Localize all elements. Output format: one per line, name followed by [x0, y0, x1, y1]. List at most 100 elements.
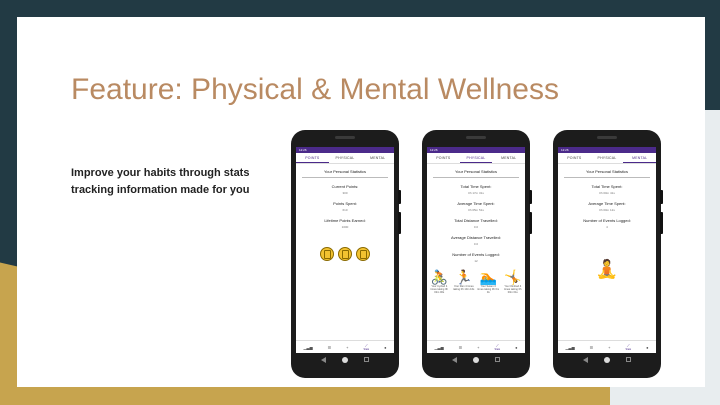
- climbing-icon: 🤸: [504, 269, 522, 285]
- coin-icon: [356, 247, 370, 261]
- coin-icon: [338, 247, 352, 261]
- stats-header: Your Personal Statistics: [302, 169, 388, 178]
- stat-value: 1000: [341, 225, 349, 229]
- stat-label: Average Distance Travelled:: [451, 235, 501, 240]
- tab-physical[interactable]: PHYSICAL: [591, 153, 624, 163]
- nav-list-icon[interactable]: ☰: [590, 345, 594, 350]
- tab-mental[interactable]: MENTAL: [623, 153, 656, 163]
- back-icon[interactable]: [321, 357, 326, 363]
- nav-leaderboard-icon[interactable]: ▁▃▅: [303, 345, 312, 350]
- nav-stats-icon[interactable]: ⟋ Stats: [625, 343, 631, 351]
- slide: Feature: Physical & Mental Wellness Impr…: [17, 17, 705, 387]
- activity-caption: Your Cycled 4 times taking 0h 02m 00s: [430, 285, 448, 295]
- recents-icon[interactable]: [364, 357, 369, 362]
- recents-icon[interactable]: [495, 357, 500, 362]
- coins-row: [296, 247, 394, 261]
- activity-swimming: 🏊 Your Swam 0 times taking 0h 0m 0s: [477, 269, 499, 295]
- phone-points: 12:26 POINTS PHYSICAL MENTAL Your Person…: [291, 130, 401, 378]
- tab-points[interactable]: POINTS: [427, 153, 460, 163]
- stat-label: Total Distance Travelled:: [454, 218, 498, 223]
- nav-stats-icon[interactable]: ⟋ Stats: [494, 343, 500, 351]
- stat-value: 610: [342, 208, 348, 212]
- stat-label: Average Time Spent:: [588, 201, 626, 206]
- activity-caption: Your Ran 4 times taking 0h 10m 16s: [453, 285, 475, 292]
- stat-value: 300: [342, 191, 348, 195]
- activity-running: 🏃 Your Ran 4 times taking 0h 10m 16s: [453, 269, 475, 295]
- tab-points[interactable]: POINTS: [558, 153, 591, 163]
- phone-screen: 12:26 POINTS PHYSICAL MENTAL Your Person…: [296, 147, 394, 353]
- back-icon[interactable]: [452, 357, 457, 363]
- stat-label: Total Time Spent:: [460, 184, 492, 189]
- tab-bar: POINTS PHYSICAL MENTAL: [296, 153, 394, 164]
- stat-value: 0h 00m 12s: [599, 208, 615, 212]
- nav-list-icon[interactable]: ☰: [459, 345, 463, 350]
- running-icon: 🏃: [455, 269, 473, 285]
- tab-physical[interactable]: PHYSICAL: [329, 153, 362, 163]
- tab-bar: POINTS PHYSICAL MENTAL: [427, 153, 525, 164]
- nav-add-icon[interactable]: +: [608, 345, 610, 350]
- phone-power-button: [398, 190, 401, 204]
- phone-mental: 12:26 POINTS PHYSICAL MENTAL Your Person…: [553, 130, 663, 378]
- home-icon[interactable]: [604, 357, 610, 363]
- phone-screen: 12:26 POINTS PHYSICAL MENTAL Your Person…: [427, 147, 525, 353]
- stat-value: 12: [474, 259, 478, 263]
- tab-bar: POINTS PHYSICAL MENTAL: [558, 153, 656, 164]
- slide-title: Feature: Physical & Mental Wellness: [71, 73, 559, 106]
- phone-power-button: [529, 190, 532, 204]
- nav-list-icon[interactable]: ☰: [328, 345, 332, 350]
- nav-add-icon[interactable]: +: [477, 345, 479, 350]
- stat-label: Average Time Spent:: [457, 201, 495, 206]
- stat-value: 0h 05m 51s: [468, 208, 484, 212]
- nav-stats-icon[interactable]: ⟋ Stats: [363, 343, 369, 351]
- stats-header: Your Personal Statistics: [433, 169, 519, 178]
- stat-label: Current Points:: [331, 184, 359, 189]
- nav-profile-icon[interactable]: ●: [515, 345, 517, 350]
- nav-add-icon[interactable]: +: [346, 345, 348, 350]
- phone-physical: 12:26 POINTS PHYSICAL MENTAL Your Person…: [422, 130, 532, 378]
- activity-caption: Your Swam 0 times taking 0h 0m 0s: [477, 285, 500, 295]
- phone-power-button: [660, 190, 663, 204]
- tab-points[interactable]: POINTS: [296, 153, 329, 163]
- meditation-icon: 🧘: [595, 259, 619, 279]
- tab-mental[interactable]: MENTAL: [492, 153, 525, 163]
- nav-stats-label: Stats: [625, 348, 632, 351]
- bottom-nav: ▁▃▅ ☰ + ⟋ Stats ●: [296, 340, 394, 353]
- activities-row: 🚴 Your Cycled 4 times taking 0h 02m 00s …: [427, 269, 525, 295]
- nav-stats-label: Stats: [363, 348, 370, 351]
- phone-speaker: [466, 136, 486, 139]
- phone-speaker: [597, 136, 617, 139]
- stat-value: 4: [606, 225, 608, 229]
- phone-volume-button: [398, 212, 401, 234]
- nav-stats-label: Stats: [494, 348, 501, 351]
- stat-value: 0h 00m 41s: [599, 191, 615, 195]
- back-icon[interactable]: [583, 357, 588, 363]
- stat-label: Number of Events Logged:: [583, 218, 631, 223]
- activity-climbing: 🤸 You Climbed 4 times taking 0h 00m 01s: [502, 269, 524, 295]
- nav-profile-icon[interactable]: ●: [384, 345, 386, 350]
- stat-label: Points Spent:: [333, 201, 357, 206]
- recents-icon[interactable]: [626, 357, 631, 362]
- nav-leaderboard-icon[interactable]: ▁▃▅: [434, 345, 443, 350]
- stat-label: Total Time Spent:: [591, 184, 623, 189]
- nav-leaderboard-icon[interactable]: ▁▃▅: [565, 345, 574, 350]
- tab-mental[interactable]: MENTAL: [361, 153, 394, 163]
- nav-profile-icon[interactable]: ●: [646, 345, 648, 350]
- tab-physical[interactable]: PHYSICAL: [459, 153, 493, 163]
- stats-header: Your Personal Statistics: [564, 169, 650, 178]
- phone-volume-button: [660, 212, 663, 234]
- bottom-nav: ▁▃▅ ☰ + ⟋ Stats ●: [558, 340, 656, 353]
- slide-tagline: Improve your habits through stats tracki…: [71, 167, 250, 196]
- stat-value: 0.0: [473, 225, 479, 229]
- home-icon[interactable]: [342, 357, 348, 363]
- phone-screen: 12:26 POINTS PHYSICAL MENTAL Your Person…: [558, 147, 656, 353]
- activity-caption: You Climbed 4 times taking 0h 00m 01s: [504, 285, 522, 295]
- phone-volume-button: [529, 212, 532, 234]
- home-icon[interactable]: [473, 357, 479, 363]
- stat-label: Lifetime Points Earned:: [324, 218, 366, 223]
- swimming-icon: 🏊: [479, 269, 497, 285]
- stat-value: 0h 17m 31s: [468, 191, 484, 195]
- bottom-nav: ▁▃▅ ☰ + ⟋ Stats ●: [427, 340, 525, 353]
- phone-speaker: [335, 136, 355, 139]
- stat-label: Number of Events Logged:: [452, 252, 500, 257]
- stat-value: 0.0: [473, 242, 479, 246]
